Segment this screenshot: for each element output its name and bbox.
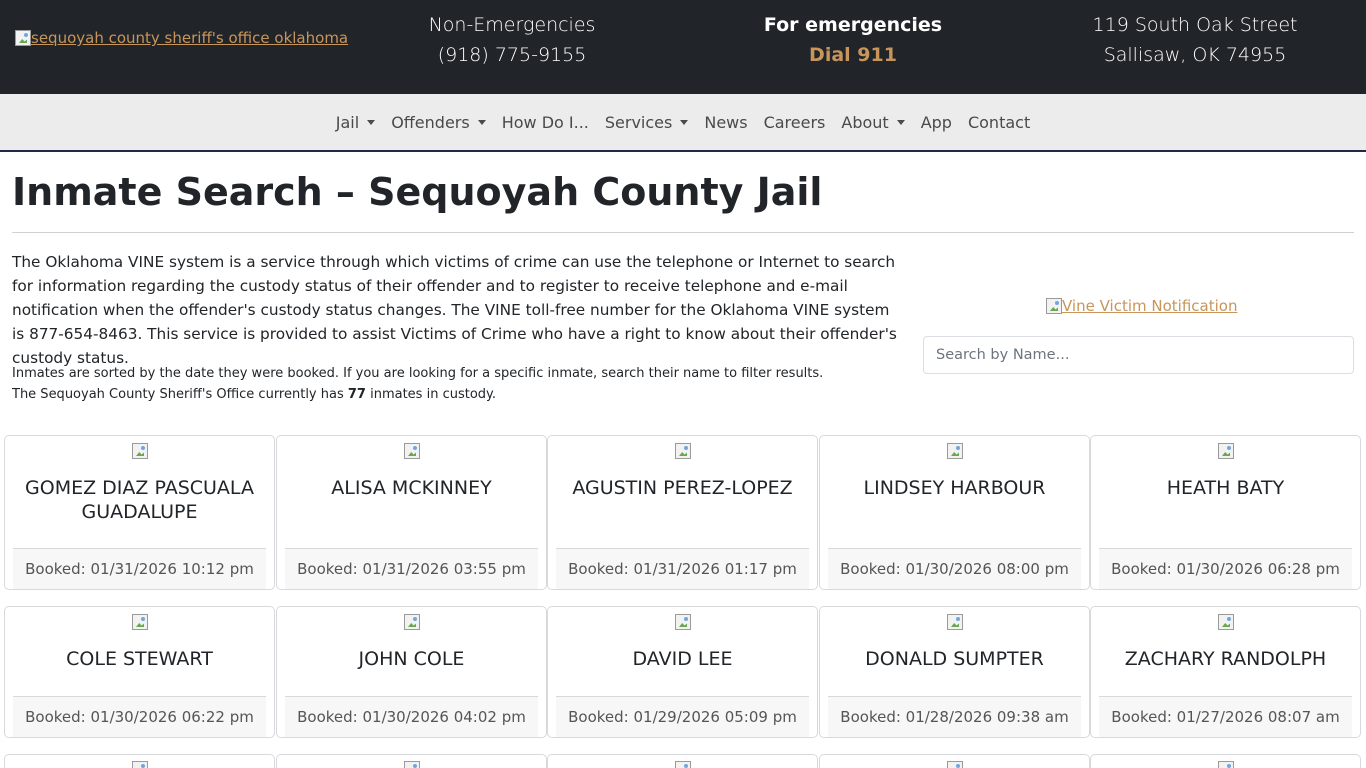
inmate-card[interactable]: ZACHARY RANDOLPH Booked: 01/27/2026 08:0… bbox=[1090, 606, 1361, 738]
site-logo-alt-text: sequoyah county sheriff's office oklahom… bbox=[31, 29, 349, 47]
inmate-card[interactable]: HEATH BATY Booked: 01/30/2026 06:28 pm bbox=[1090, 435, 1361, 590]
inmate-booked-date: Booked: 01/30/2026 08:00 pm bbox=[828, 548, 1081, 589]
vine-notification-link[interactable]: Vine Victim Notification bbox=[1046, 297, 1237, 315]
inmate-name: AGUSTIN PEREZ-LOPEZ bbox=[572, 477, 793, 499]
vine-link-alt-text: Vine Victim Notification bbox=[1062, 297, 1238, 315]
emergency-dial[interactable]: Dial 911 bbox=[723, 40, 983, 70]
address-line-1: 119 South Oak Street bbox=[1092, 14, 1298, 36]
non-emergency-contact: Non-Emergencies (918) 775-9155 bbox=[382, 10, 642, 70]
vine-intro-text: The Oklahoma VINE system is a service th… bbox=[12, 253, 897, 367]
nav-label: Services bbox=[604, 112, 673, 132]
custody-count-line: The Sequoyah County Sheriff's Office cur… bbox=[12, 384, 902, 405]
inmate-photo-icon bbox=[1218, 614, 1234, 630]
inmate-card[interactable]: JOHN COLE Booked: 01/30/2026 04:02 pm bbox=[276, 606, 547, 738]
inmate-photo-icon bbox=[675, 614, 691, 630]
inmate-photo-icon bbox=[675, 443, 691, 459]
nav-label: Careers bbox=[763, 112, 826, 132]
page-title: Inmate Search – Sequoyah County Jail bbox=[12, 170, 823, 214]
inmate-booked-date: Booked: 01/29/2026 05:09 pm bbox=[556, 696, 809, 737]
inmate-name: ZACHARY RANDOLPH bbox=[1124, 648, 1327, 670]
inmate-photo-icon bbox=[132, 614, 148, 630]
inmate-booked-date: Booked: 01/28/2026 09:38 am bbox=[828, 696, 1081, 737]
custody-count-suffix: inmates in custody. bbox=[365, 387, 497, 402]
inmate-name: COLE STEWART bbox=[66, 648, 213, 670]
inmate-card[interactable] bbox=[276, 754, 547, 768]
inmate-photo-icon bbox=[404, 761, 420, 768]
inmate-name: JOHN COLE bbox=[358, 648, 465, 670]
broken-image-icon bbox=[1046, 298, 1062, 314]
inmate-card[interactable]: DONALD SUMPTER Booked: 01/28/2026 09:38 … bbox=[819, 606, 1090, 738]
inmate-card[interactable]: GOMEZ DIAZ PASCUALA GUADALUPE Booked: 01… bbox=[4, 435, 275, 590]
inmate-photo-icon bbox=[947, 443, 963, 459]
nav-item-services[interactable]: Services bbox=[597, 113, 696, 132]
inmate-card[interactable] bbox=[1090, 754, 1361, 768]
nav-label: Offenders bbox=[391, 112, 470, 132]
inmate-card[interactable]: LINDSEY HARBOUR Booked: 01/30/2026 08:00… bbox=[819, 435, 1090, 590]
nav-item-news[interactable]: News bbox=[696, 113, 755, 132]
nav-item-how-do-i[interactable]: How Do I... bbox=[494, 113, 597, 132]
inmate-photo-icon bbox=[404, 443, 420, 459]
nav-item-app[interactable]: App bbox=[913, 113, 960, 132]
nav-label: Jail bbox=[335, 112, 360, 132]
nav-item-offenders[interactable]: Offenders bbox=[383, 113, 494, 132]
site-logo-link[interactable]: sequoyah county sheriff's office oklahom… bbox=[15, 29, 348, 47]
nav-item-jail[interactable]: Jail bbox=[328, 113, 383, 132]
non-emergency-phone[interactable]: (918) 775-9155 bbox=[382, 40, 642, 70]
inmate-name: ALISA MCKINNEY bbox=[331, 477, 492, 499]
inmate-card[interactable]: DAVID LEE Booked: 01/29/2026 05:09 pm bbox=[547, 606, 818, 738]
nav-item-careers[interactable]: Careers bbox=[756, 113, 834, 132]
inmate-photo-icon bbox=[404, 614, 420, 630]
emergency-contact: For emergencies Dial 911 bbox=[723, 10, 983, 70]
inmate-photo-icon bbox=[947, 614, 963, 630]
inmate-booked-date: Booked: 01/30/2026 06:22 pm bbox=[13, 696, 266, 737]
inmate-count: 77 bbox=[347, 387, 366, 402]
nav-label: How Do I... bbox=[501, 112, 589, 132]
caret-down-icon bbox=[896, 119, 905, 125]
inmate-booked-date: Booked: 01/30/2026 04:02 pm bbox=[285, 696, 538, 737]
inmate-name: GOMEZ DIAZ PASCUALA GUADALUPE bbox=[25, 477, 254, 523]
inmate-photo-icon bbox=[132, 443, 148, 459]
inmate-booked-date: Booked: 01/31/2026 10:12 pm bbox=[13, 548, 266, 589]
inmate-card[interactable] bbox=[4, 754, 275, 768]
inmate-card[interactable] bbox=[819, 754, 1090, 768]
inmate-card[interactable]: AGUSTIN PEREZ-LOPEZ Booked: 01/31/2026 0… bbox=[547, 435, 818, 590]
inmate-card[interactable] bbox=[547, 754, 818, 768]
sort-note-line: Inmates are sorted by the date they were… bbox=[12, 366, 824, 381]
inmate-search-input[interactable] bbox=[923, 336, 1354, 374]
main-nav: Jail Offenders How Do I... Services News… bbox=[0, 94, 1366, 152]
site-header: sequoyah county sheriff's office oklahom… bbox=[0, 0, 1366, 94]
nav-item-contact[interactable]: Contact bbox=[960, 113, 1038, 132]
inmate-name: LINDSEY HARBOUR bbox=[863, 477, 1046, 499]
inmate-photo-icon bbox=[1218, 443, 1234, 459]
address-line-2: Sallisaw, OK 74955 bbox=[1103, 44, 1287, 66]
nav-label: Contact bbox=[967, 112, 1031, 132]
inmate-photo-icon bbox=[1218, 761, 1234, 768]
inmate-name: DONALD SUMPTER bbox=[865, 648, 1044, 670]
caret-down-icon bbox=[680, 119, 689, 125]
inmate-photo-icon bbox=[947, 761, 963, 768]
broken-image-icon bbox=[15, 30, 31, 46]
office-address: 119 South Oak Street Sallisaw, OK 74955 bbox=[1065, 10, 1325, 70]
emergency-label: For emergencies bbox=[763, 14, 943, 36]
nav-label: News bbox=[704, 112, 748, 132]
non-emergency-label: Non-Emergencies bbox=[428, 14, 596, 36]
inmate-photo-icon bbox=[132, 761, 148, 768]
nav-item-about[interactable]: About bbox=[833, 113, 912, 132]
caret-down-icon bbox=[367, 119, 376, 125]
nav-label: About bbox=[841, 112, 889, 132]
inmate-card[interactable]: COLE STEWART Booked: 01/30/2026 06:22 pm bbox=[4, 606, 275, 738]
nav-label: App bbox=[920, 112, 952, 132]
inmate-name: DAVID LEE bbox=[632, 648, 733, 670]
inmate-booked-date: Booked: 01/31/2026 01:17 pm bbox=[556, 548, 809, 589]
inmate-card[interactable]: ALISA MCKINNEY Booked: 01/31/2026 03:55 … bbox=[276, 435, 547, 590]
inmate-booked-date: Booked: 01/31/2026 03:55 pm bbox=[285, 548, 538, 589]
custody-count-prefix: The Sequoyah County Sheriff's Office cur… bbox=[12, 387, 348, 402]
inmate-name: HEATH BATY bbox=[1166, 477, 1285, 499]
inmate-sort-note: Inmates are sorted by the date they were… bbox=[12, 363, 902, 405]
caret-down-icon bbox=[477, 119, 486, 125]
title-divider bbox=[12, 232, 1354, 233]
inmate-booked-date: Booked: 01/27/2026 08:07 am bbox=[1099, 696, 1352, 737]
inmate-booked-date: Booked: 01/30/2026 06:28 pm bbox=[1099, 548, 1352, 589]
inmate-photo-icon bbox=[675, 761, 691, 768]
